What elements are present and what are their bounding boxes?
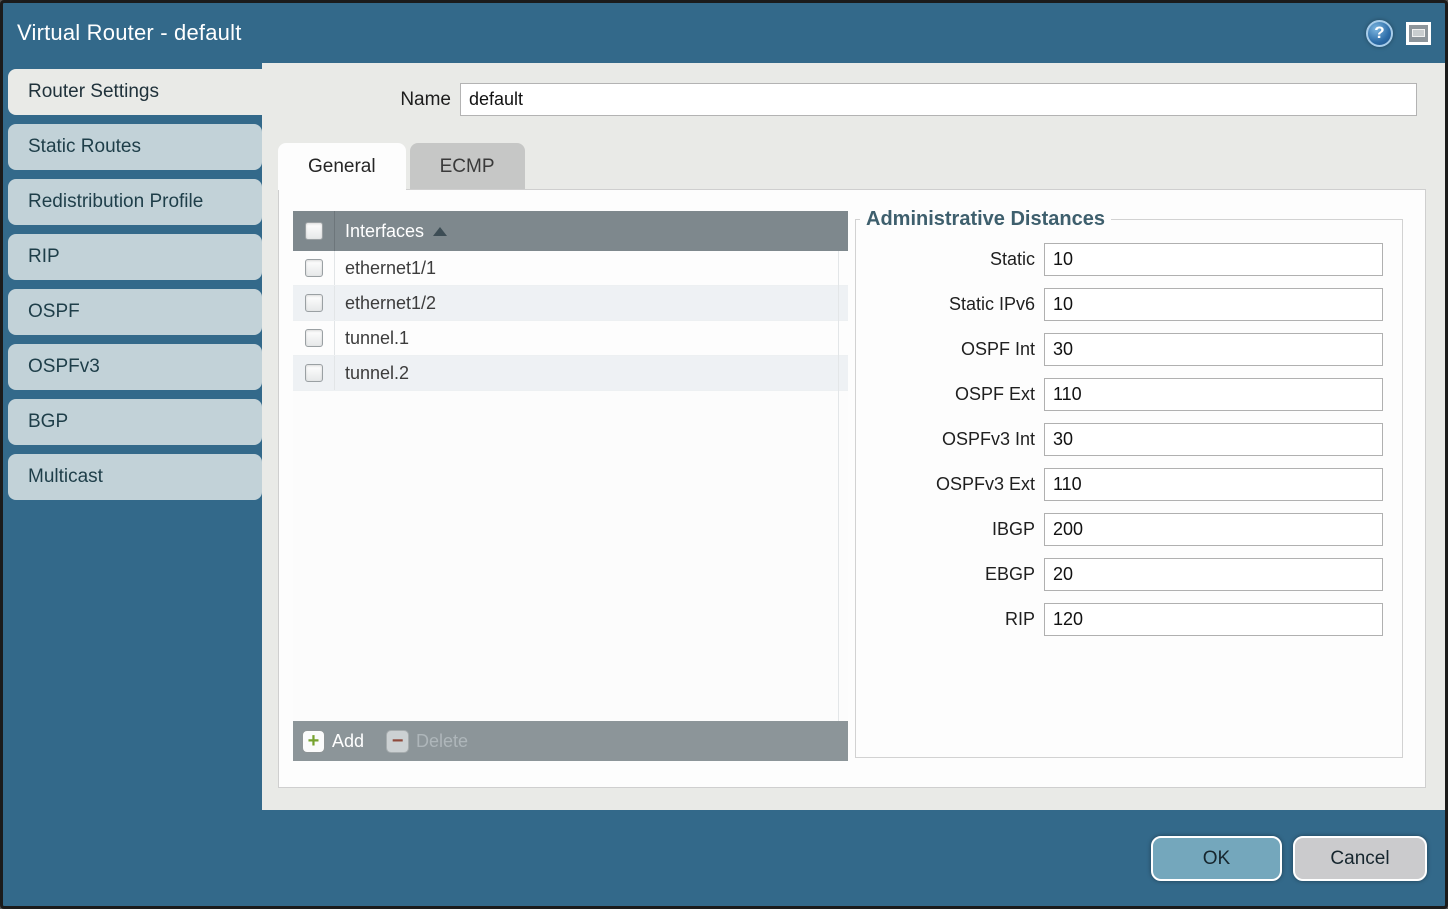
dialog-title: Virtual Router - default: [17, 20, 242, 46]
row-checkbox[interactable]: [305, 329, 323, 347]
ebgp-label: EBGP: [856, 564, 1044, 585]
window-icon-inner: [1412, 29, 1425, 37]
administrative-distances-group: Administrative Distances Static Static IP…: [855, 208, 1403, 758]
row-checkbox-cell: [293, 356, 335, 390]
sidebar-item-router-settings[interactable]: Router Settings: [8, 69, 264, 115]
interfaces-table: Interfaces ethernet1/1 ethernet1/2 tunnel.…: [293, 211, 848, 761]
interfaces-table-footer: + Add − Delete: [293, 721, 848, 761]
static-ipv6-label: Static IPv6: [856, 294, 1044, 315]
sidebar: Router Settings Static Routes Redistributi…: [3, 63, 262, 906]
general-tab-panel: Interfaces ethernet1/1 ethernet1/2 tunnel.…: [278, 189, 1426, 788]
row-checkbox[interactable]: [305, 259, 323, 277]
add-button[interactable]: + Add: [302, 730, 364, 753]
ospfv3-int-row: OSPFv3 Int: [856, 423, 1392, 456]
static-input[interactable]: [1044, 243, 1383, 276]
window-icon[interactable]: [1406, 22, 1431, 45]
static-row: Static: [856, 243, 1392, 276]
ospf-int-label: OSPF Int: [856, 339, 1044, 360]
ospf-ext-row: OSPF Ext: [856, 378, 1392, 411]
interface-name: tunnel.1: [345, 328, 409, 349]
delete-button[interactable]: − Delete: [386, 730, 468, 753]
table-row-tunnel-2[interactable]: tunnel.2: [293, 356, 848, 391]
interface-name: tunnel.2: [345, 363, 409, 384]
rip-label: RIP: [856, 609, 1044, 630]
static-ipv6-row: Static IPv6: [856, 288, 1392, 321]
title-bar: Virtual Router - default ?: [3, 3, 1445, 63]
cancel-button[interactable]: Cancel: [1293, 836, 1427, 881]
sidebar-item-redistribution-profile[interactable]: Redistribution Profile: [8, 179, 262, 225]
name-row: Name: [262, 83, 1417, 116]
ibgp-label: IBGP: [856, 519, 1044, 540]
ospf-int-row: OSPF Int: [856, 333, 1392, 366]
table-row-ethernet1-2[interactable]: ethernet1/2: [293, 286, 848, 321]
minus-icon: −: [386, 730, 409, 753]
sort-ascending-icon[interactable]: [433, 227, 447, 236]
ospfv3-ext-label: OSPFv3 Ext: [856, 474, 1044, 495]
interface-name: ethernet1/1: [345, 258, 436, 279]
sidebar-item-bgp[interactable]: BGP: [8, 399, 262, 445]
ospfv3-int-label: OSPFv3 Int: [856, 429, 1044, 450]
row-checkbox[interactable]: [305, 364, 323, 382]
tab-bar: GeneralECMP: [278, 143, 525, 190]
ospfv3-int-input[interactable]: [1044, 423, 1383, 456]
help-icon[interactable]: ?: [1366, 20, 1393, 47]
table-row-ethernet1-1[interactable]: ethernet1/1: [293, 251, 848, 286]
ibgp-input[interactable]: [1044, 513, 1383, 546]
select-all-cell: [293, 211, 335, 251]
tab-general[interactable]: General: [278, 143, 406, 190]
titlebar-icons: ?: [1366, 20, 1431, 47]
name-input[interactable]: [460, 83, 1417, 116]
plus-icon: +: [302, 730, 325, 753]
ibgp-row: IBGP: [856, 513, 1392, 546]
ospf-ext-input[interactable]: [1044, 378, 1383, 411]
ospf-ext-label: OSPF Ext: [856, 384, 1044, 405]
interface-name: ethernet1/2: [345, 293, 436, 314]
sidebar-item-ospf[interactable]: OSPF: [8, 289, 262, 335]
ebgp-row: EBGP: [856, 558, 1392, 591]
name-label: Name: [262, 89, 460, 111]
row-checkbox-cell: [293, 251, 335, 285]
virtual-router-dialog: Virtual Router - default ? Name GeneralE…: [0, 0, 1448, 909]
ok-button[interactable]: OK: [1151, 836, 1282, 881]
select-all-checkbox[interactable]: [305, 222, 323, 240]
row-checkbox-cell: [293, 286, 335, 320]
content-area: Name GeneralECMP Interfaces ethernet1/1e…: [262, 63, 1445, 810]
ospf-int-input[interactable]: [1044, 333, 1383, 366]
ospfv3-ext-input[interactable]: [1044, 468, 1383, 501]
tab-ecmp[interactable]: ECMP: [410, 143, 525, 190]
interfaces-table-header: Interfaces: [293, 211, 848, 251]
ospfv3-ext-row: OSPFv3 Ext: [856, 468, 1392, 501]
administrative-distances-title: Administrative Distances: [860, 208, 1111, 231]
dialog-body: Name GeneralECMP Interfaces ethernet1/1e…: [3, 63, 1445, 906]
administrative-distances-fields: Static Static IPv6 OSPF Int OSPF Ext OSPFv3 …: [856, 243, 1392, 636]
row-checkbox-cell: [293, 321, 335, 355]
ebgp-input[interactable]: [1044, 558, 1383, 591]
sidebar-item-rip[interactable]: RIP: [8, 234, 262, 280]
interfaces-column-header[interactable]: Interfaces: [345, 221, 424, 242]
sidebar-item-static-routes[interactable]: Static Routes: [8, 124, 262, 170]
static-ipv6-input[interactable]: [1044, 288, 1383, 321]
table-row-tunnel-1[interactable]: tunnel.1: [293, 321, 848, 356]
row-checkbox[interactable]: [305, 294, 323, 312]
static-label: Static: [856, 249, 1044, 270]
sidebar-item-ospfv3[interactable]: OSPFv3: [8, 344, 262, 390]
interfaces-rows: ethernet1/1 ethernet1/2 tunnel.1 tunnel.2: [293, 251, 848, 721]
dialog-footer-buttons: OK Cancel: [1151, 836, 1427, 881]
rip-row: RIP: [856, 603, 1392, 636]
sidebar-item-multicast[interactable]: Multicast: [8, 454, 262, 500]
rip-input[interactable]: [1044, 603, 1383, 636]
